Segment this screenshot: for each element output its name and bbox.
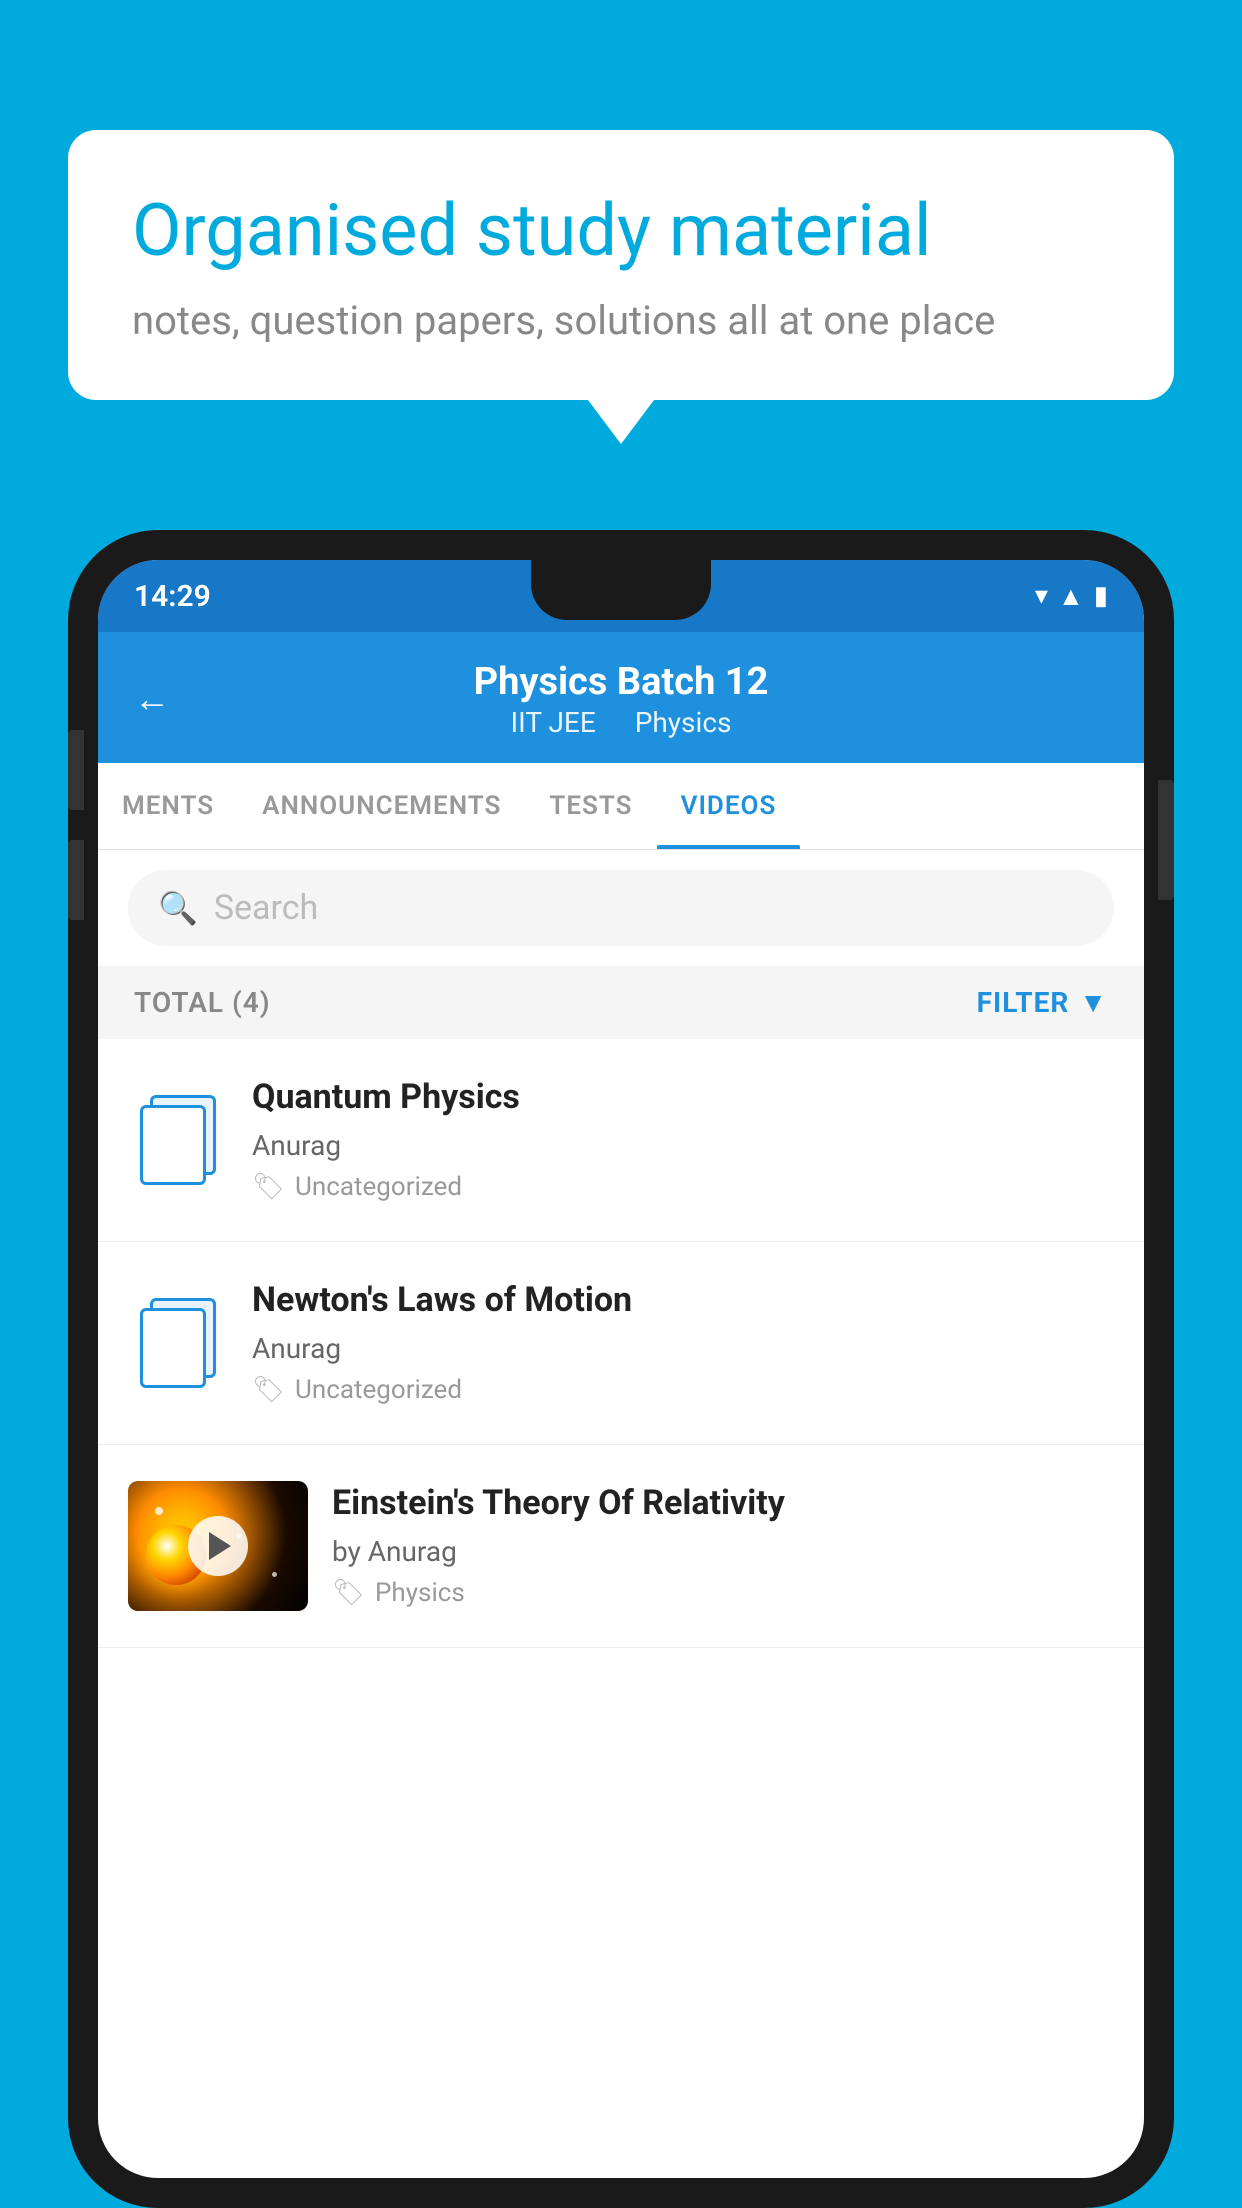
volume-down-button [68,840,84,920]
search-placeholder-text: Search [214,888,318,928]
tag-icon: 🏷 [332,1578,365,1608]
play-button-overlay[interactable] [188,1516,248,1576]
phone-outer: 14:29 ▾ ▲ ▮ ← Physics Batch 12 IIT JEE [68,530,1174,2208]
phone-wrapper: 14:29 ▾ ▲ ▮ ← Physics Batch 12 IIT JEE [68,530,1174,2208]
bubble-title: Organised study material [132,190,1110,273]
search-bar[interactable]: 🔍 Search [128,870,1114,946]
nav-bar: ← Physics Batch 12 IIT JEE Physics [98,632,1144,763]
status-time: 14:29 [134,579,211,614]
file-icon-container [128,1278,228,1408]
document-icon [140,1298,216,1388]
page-subtitle: IIT JEE Physics [474,706,769,739]
speech-bubble: Organised study material notes, question… [68,130,1174,400]
status-bar: 14:29 ▾ ▲ ▮ [98,560,1144,632]
video-author: by Anurag [332,1535,1114,1568]
filter-button[interactable]: FILTER ▼ [977,986,1108,1019]
tab-announcements[interactable]: ANNOUNCEMENTS [238,763,525,849]
tag-icon: 🏷 [252,1172,285,1202]
filter-bar: TOTAL (4) FILTER ▼ [98,966,1144,1039]
total-count-label: TOTAL (4) [134,986,271,1019]
video-author: Anurag [252,1129,1114,1162]
app-header: ← Physics Batch 12 IIT JEE Physics [98,632,1144,763]
power-button [1158,780,1174,900]
filter-label: FILTER [977,986,1070,1019]
video-author: Anurag [252,1332,1114,1365]
status-icons: ▾ ▲ ▮ [1035,581,1108,612]
tab-videos[interactable]: VIDEOS [657,763,801,849]
tag-label: Uncategorized [295,1172,462,1202]
video-tag: 🏷 Uncategorized [252,1172,1114,1202]
tab-tests[interactable]: TESTS [525,763,656,849]
video-tag: 🏷 Physics [332,1578,1114,1608]
speech-bubble-container: Organised study material notes, question… [68,130,1174,400]
filter-icon: ▼ [1079,986,1108,1019]
bubble-subtitle: notes, question papers, solutions all at… [132,297,1110,344]
tag-label: Physics [375,1578,465,1608]
nav-title: Physics Batch 12 IIT JEE Physics [474,660,769,739]
video-info: Newton's Laws of Motion Anurag 🏷 Uncateg… [252,1278,1114,1405]
volume-up-button [68,730,84,810]
tag-label: Uncategorized [295,1375,462,1405]
wifi-icon: ▾ [1035,581,1048,611]
signal-icon: ▲ [1058,581,1084,612]
tabs-bar: MENTS ANNOUNCEMENTS TESTS VIDEOS [98,763,1144,850]
video-info: Einstein's Theory Of Relativity by Anura… [332,1481,1114,1608]
phone-screen: 14:29 ▾ ▲ ▮ ← Physics Batch 12 IIT JEE [98,560,1144,2178]
search-container: 🔍 Search [98,850,1144,966]
notch-cutout [531,560,711,620]
video-title: Quantum Physics [252,1075,1114,1119]
video-title: Einstein's Theory Of Relativity [332,1481,1114,1525]
search-icon: 🔍 [158,889,198,927]
battery-icon: ▮ [1094,581,1108,611]
video-list: Quantum Physics Anurag 🏷 Uncategorized [98,1039,1144,1648]
subtitle-physics: Physics [635,706,732,739]
tag-icon: 🏷 [252,1375,285,1405]
back-button[interactable]: ← [134,678,170,720]
subtitle-iit: IIT JEE [511,706,596,739]
video-info: Quantum Physics Anurag 🏷 Uncategorized [252,1075,1114,1202]
play-icon [209,1532,231,1560]
video-tag: 🏷 Uncategorized [252,1375,1114,1405]
video-thumbnail [128,1481,308,1611]
list-item[interactable]: Einstein's Theory Of Relativity by Anura… [98,1445,1144,1648]
tab-ments[interactable]: MENTS [98,763,238,849]
page-title: Physics Batch 12 [474,660,769,706]
list-item[interactable]: Newton's Laws of Motion Anurag 🏷 Uncateg… [98,1242,1144,1445]
file-icon-container [128,1075,228,1205]
list-item[interactable]: Quantum Physics Anurag 🏷 Uncategorized [98,1039,1144,1242]
document-icon [140,1095,216,1185]
video-title: Newton's Laws of Motion [252,1278,1114,1322]
